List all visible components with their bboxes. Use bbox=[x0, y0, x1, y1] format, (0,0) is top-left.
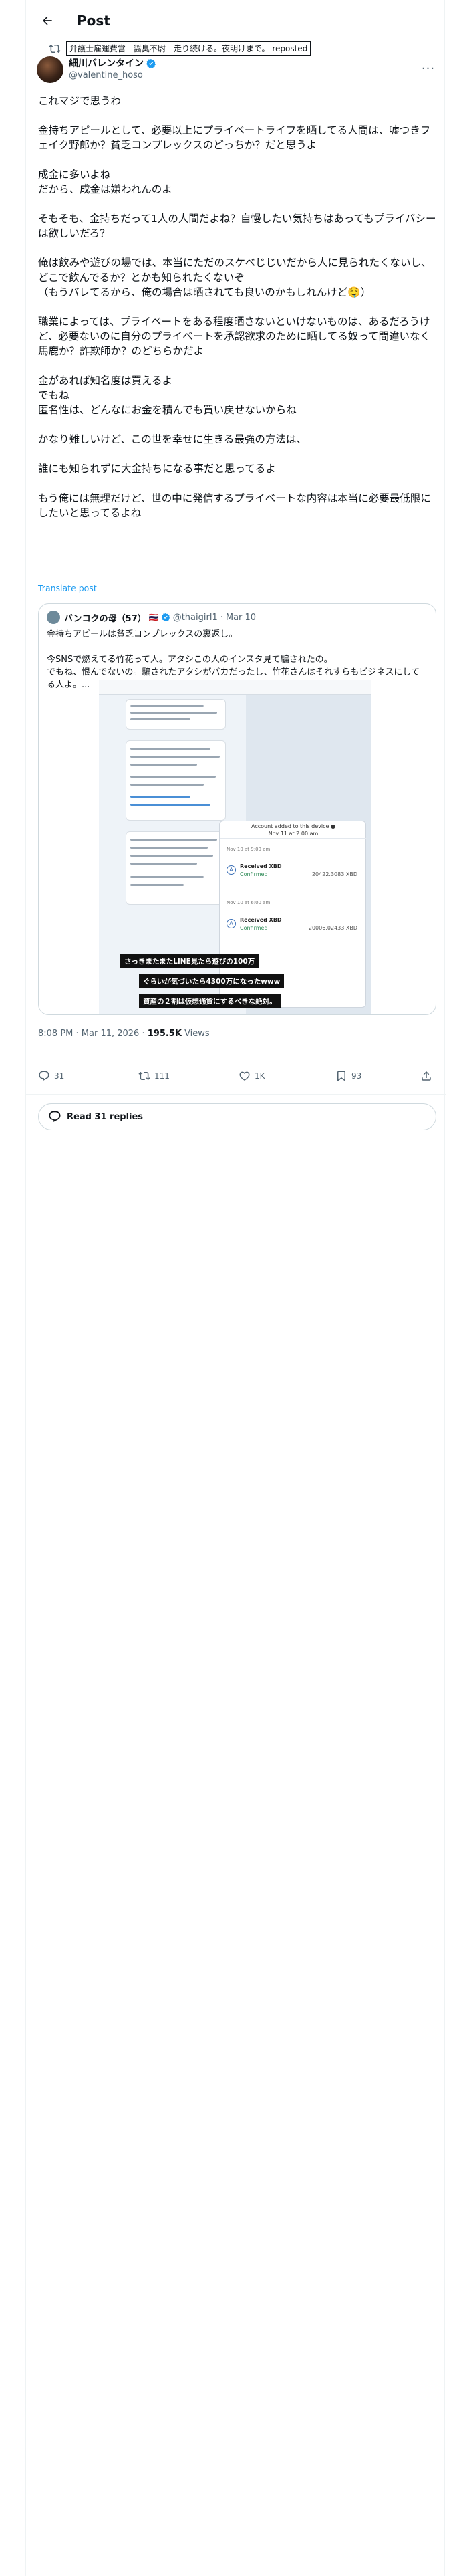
chat-text-line bbox=[130, 847, 208, 849]
page-title: Post bbox=[77, 13, 110, 29]
more-options-icon[interactable]: ··· bbox=[419, 59, 438, 78]
avatar[interactable] bbox=[37, 56, 63, 83]
chat-text-line bbox=[130, 764, 197, 766]
chat-text-line bbox=[130, 839, 217, 841]
wallet-status: Confirmed bbox=[240, 925, 268, 931]
chat-text-line bbox=[130, 718, 190, 720]
wallet-amount: 20422.3083 XBD bbox=[311, 871, 357, 877]
wallet-label: Received XBD bbox=[240, 863, 282, 869]
wallet-date: Nov 10 at 6:00 am bbox=[227, 900, 271, 905]
quoted-verified-badge-icon bbox=[161, 613, 170, 621]
quoted-avatar[interactable] bbox=[47, 611, 60, 624]
chat-title-bar bbox=[99, 680, 371, 695]
chat-text-line bbox=[130, 804, 210, 806]
author-handle[interactable]: @valentine_hoso bbox=[69, 70, 156, 82]
chat-text-line bbox=[130, 884, 184, 886]
top-bar: Post bbox=[26, 0, 446, 41]
chat-text-line bbox=[130, 712, 217, 714]
reply-count: 31 bbox=[54, 1071, 65, 1081]
divider bbox=[26, 1094, 446, 1095]
post-time[interactable]: 8:08 PM · Mar 11, 2026 · bbox=[38, 1029, 148, 1039]
chat-text-line bbox=[130, 863, 197, 865]
wallet-status: Confirmed bbox=[240, 871, 268, 877]
read-replies-button[interactable]: Read 31 replies bbox=[38, 1103, 436, 1130]
author-names: 細川バレンタイン @valentine_hoso bbox=[69, 58, 156, 82]
share-button[interactable] bbox=[420, 1070, 436, 1082]
heart-icon bbox=[239, 1071, 250, 1081]
chat-text-line bbox=[130, 776, 216, 778]
wallet-amount: 20006.02433 XBD bbox=[308, 925, 357, 931]
wallet-label: Received XBD bbox=[240, 917, 282, 923]
chat-text-line bbox=[130, 855, 213, 857]
chat-bubble bbox=[126, 740, 226, 821]
post-timestamp: 8:08 PM · Mar 11, 2026 · 195.5K Views bbox=[38, 1029, 210, 1039]
quoted-author-name[interactable]: バンコクの母（57） bbox=[64, 611, 146, 624]
quoted-author-handle[interactable]: @thaigirl1 bbox=[173, 613, 218, 623]
reply-icon bbox=[39, 1071, 49, 1081]
wallet-transaction: A Received XBD Confirmed 20006.02433 XBD bbox=[227, 915, 360, 947]
bookmark-button[interactable]: 93 bbox=[335, 1070, 416, 1082]
author-name-row[interactable]: 細川バレンタイン bbox=[69, 58, 156, 70]
wallet-currency-icon: A bbox=[227, 865, 236, 875]
quoted-post-header: バンコクの母（57） 🇹🇭 @thaigirl1 · Mar 10 bbox=[47, 611, 256, 624]
chat-text-line bbox=[130, 876, 204, 878]
quoted-date[interactable]: Mar 10 bbox=[226, 613, 256, 623]
quoted-post[interactable]: バンコクの母（57） 🇹🇭 @thaigirl1 · Mar 10 金持ちアピー… bbox=[38, 603, 436, 1015]
back-arrow-icon[interactable] bbox=[34, 7, 61, 34]
post-text: これマジで思うわ 金持ちアピールとして、必要以上にプライベートライフを晒してる人… bbox=[38, 95, 436, 519]
share-icon bbox=[422, 1071, 431, 1081]
repost-count: 111 bbox=[154, 1071, 170, 1081]
author-row: 細川バレンタイン @valentine_hoso ··· bbox=[37, 55, 438, 84]
chat-bubble bbox=[126, 831, 226, 905]
image-caption: 資産の２割は仮想通貨にするべきな絶対。 bbox=[139, 994, 281, 1008]
wallet-header: Account added to this device ● Nov 11 at… bbox=[220, 821, 367, 839]
chat-text-line bbox=[130, 796, 190, 798]
main-column: Post 弁護士雇運費営 醤臭不尉 走り続ける。夜明けまで。 reposted … bbox=[25, 0, 446, 2576]
wallet-date: Nov 10 at 9:00 am bbox=[227, 847, 271, 852]
image-caption: ぐらいが気づいたら4300万になったwww bbox=[139, 974, 285, 988]
wallet-transaction: A Received XBD Confirmed 20422.3083 XBD bbox=[227, 861, 360, 893]
quoted-post-image[interactable]: Account added to this device ● Nov 11 at… bbox=[99, 680, 371, 1014]
views-count: 195.5K bbox=[147, 1029, 182, 1039]
reply-button[interactable]: 31 bbox=[38, 1070, 138, 1082]
chat-text-line bbox=[130, 756, 220, 758]
like-count: 1K bbox=[255, 1071, 265, 1081]
like-button[interactable]: 1K bbox=[239, 1070, 335, 1082]
author-name[interactable]: 細川バレンタイン bbox=[69, 58, 144, 70]
bookmark-count: 93 bbox=[351, 1071, 362, 1081]
read-replies-label: Read 31 replies bbox=[67, 1111, 144, 1122]
chat-text-line bbox=[130, 748, 210, 750]
verified-badge-icon bbox=[146, 59, 156, 68]
chat-bubble-icon bbox=[49, 1111, 61, 1122]
repost-label: 弁護士雇運費営 醤臭不尉 走り続ける。夜明けまで。 reposted bbox=[66, 41, 311, 56]
wallet-currency-icon: A bbox=[227, 919, 236, 928]
page: Post 弁護士雇運費営 醤臭不尉 走り続ける。夜明けまで。 reposted … bbox=[0, 0, 451, 2576]
repost-indicator[interactable]: 弁護士雇運費営 醤臭不尉 走り続ける。夜明けまで。 reposted bbox=[49, 41, 311, 56]
action-bar: 31 111 1K 93 bbox=[38, 1066, 436, 1086]
repost-icon bbox=[49, 44, 61, 53]
translate-post-link[interactable]: Translate post bbox=[38, 583, 97, 593]
repost-button[interactable]: 111 bbox=[138, 1070, 239, 1082]
quoted-separator: · bbox=[220, 612, 223, 623]
views-label: Views bbox=[181, 1029, 210, 1039]
chat-text-line bbox=[130, 784, 204, 786]
image-caption: さっきまたまたLINE見たら遊びの100万 bbox=[120, 954, 259, 968]
chat-text-line bbox=[130, 705, 204, 707]
repost-icon bbox=[138, 1071, 150, 1081]
bookmark-icon bbox=[337, 1071, 345, 1082]
chat-bubble bbox=[126, 699, 226, 730]
thai-flag-icon: 🇹🇭 bbox=[148, 613, 159, 622]
